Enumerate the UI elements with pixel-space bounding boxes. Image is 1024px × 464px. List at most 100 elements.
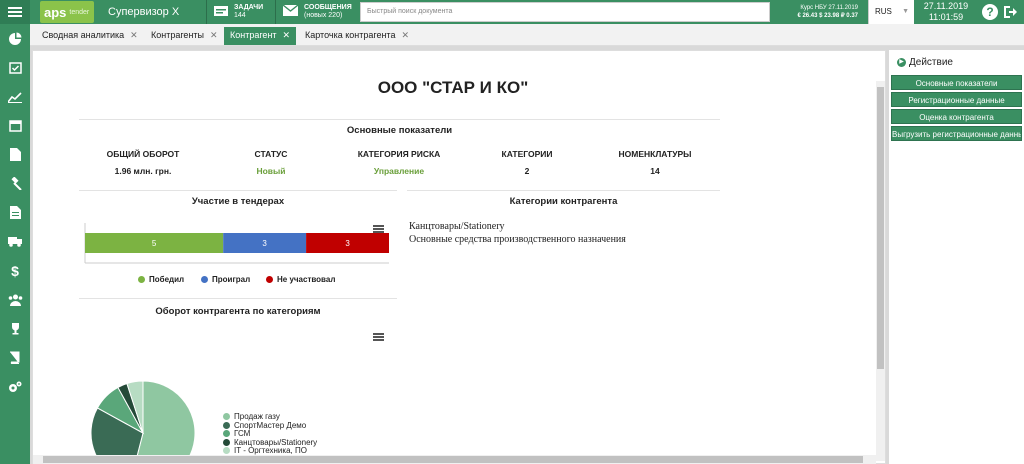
close-icon[interactable]: ✕ [401, 30, 409, 40]
app-logo[interactable]: aps tender [40, 1, 94, 23]
pie-chart-icon [8, 32, 21, 45]
help-icon[interactable]: ? [982, 4, 998, 20]
tab-bar: Сводная аналитика ✕ Контрагенты ✕ Контраге… [30, 24, 1024, 46]
tenders-heading: Участие в тендерах [191, 196, 285, 207]
menu-button[interactable] [0, 0, 30, 24]
dollar-icon: $ [11, 262, 19, 279]
data-label: 5 [152, 239, 157, 248]
legend-item[interactable]: Не участвовал [266, 275, 335, 284]
search-input[interactable]: Быстрый поиск документа [360, 2, 770, 22]
scrollbar-thumb[interactable] [877, 87, 884, 369]
turnover-heading: Оборот контрагента по категориям [155, 306, 321, 317]
sidebar-item-calendar[interactable] [0, 53, 30, 82]
metric-label: НОМЕНКЛАТУРЫ [618, 149, 692, 159]
truck-icon [7, 237, 22, 247]
sidebar-item-finance[interactable]: $ [0, 256, 30, 285]
tab-label: Карточка контрагента [305, 30, 396, 40]
metric-value: Новый [256, 166, 286, 176]
chart-menu-icon[interactable] [373, 333, 384, 335]
gears-icon [9, 381, 22, 392]
tasks-link[interactable]: ЗАДАЧИ 144 [214, 0, 263, 24]
metric-value: 14 [650, 166, 660, 176]
legend-item[interactable]: IT - Оргтехника, ПО [223, 446, 307, 455]
divider [79, 190, 397, 191]
tab-label: Сводная аналитика [42, 30, 125, 40]
category-item: Канцтовары/Stationery [409, 221, 505, 232]
sidebar-item-documents[interactable] [0, 140, 30, 169]
top-bar: aps tender Супервизор Х ЗАДАЧИ 144 СООБЩЕН… [0, 0, 1024, 24]
legend-label: Победил [149, 275, 185, 284]
divider [275, 0, 276, 24]
legend-label: Проиграл [212, 275, 251, 284]
legend-item[interactable]: Победил [138, 275, 184, 284]
vertical-scrollbar[interactable] [876, 81, 885, 461]
tab-counterparties[interactable]: Контрагенты ✕ [145, 27, 224, 45]
sidebar-item-auctions[interactable] [0, 169, 30, 198]
sidebar: $ [0, 24, 30, 464]
horizontal-scrollbar[interactable] [33, 455, 876, 464]
sidebar-item-users[interactable] [0, 285, 30, 314]
tenders-chart: 5 3 3 [84, 223, 389, 264]
rate-title: Курс НБУ 27.11.2019 [800, 5, 858, 11]
registration-data-button[interactable]: Регистрационные данные [891, 92, 1022, 107]
metric-value: 2 [524, 166, 530, 176]
file-text-icon [9, 206, 21, 219]
user-name[interactable]: Супервизор Х [108, 0, 179, 24]
date-time: 27.11.2019 11:01:59 [916, 0, 976, 24]
line-chart-icon [8, 91, 22, 103]
divider [206, 0, 207, 24]
users-icon [8, 294, 22, 306]
close-icon[interactable]: ✕ [130, 30, 138, 40]
messages-label: СООБЩЕНИЯ [304, 4, 352, 11]
sidebar-item-settings[interactable] [0, 372, 30, 401]
legend-marker [223, 430, 230, 437]
logo-text: aps [44, 4, 67, 20]
sidebar-item-schedule[interactable] [0, 111, 30, 140]
tab-label: Контрагенты [151, 30, 205, 40]
sidebar-item-analytics[interactable] [0, 82, 30, 111]
chevron-right-icon: ▶ [897, 58, 906, 67]
sidebar-item-rating[interactable] [0, 314, 30, 343]
page-title: ООО "СТАР И КО" [377, 78, 529, 97]
tab-counterparty[interactable]: Контрагент ✕ [224, 27, 297, 45]
tasks-count: 144 [234, 12, 246, 19]
main-indicators-button[interactable]: Основные показатели [891, 75, 1022, 90]
logo-subtext: tender [69, 8, 90, 16]
date: 27.11.2019 [923, 1, 969, 11]
messages-count: (новых 220) [304, 12, 343, 19]
language-select[interactable]: RUS ▼ [868, 0, 914, 24]
tab-counterparty-card[interactable]: Карточка контрагента ✕ [299, 27, 415, 45]
close-icon[interactable]: ✕ [283, 30, 291, 40]
sidebar-item-contracts[interactable] [0, 198, 30, 227]
language-value: RUS [875, 7, 892, 16]
trophy-icon [11, 323, 19, 335]
exchange-rates: Курс НБУ 27.11.2019 € 26.43 $ 23.98 ₽ 0.3… [783, 0, 858, 24]
actions-panel: ▶ Действие Основные показатели Регистраци… [889, 50, 1024, 464]
tasks-label: ЗАДАЧИ [234, 4, 264, 11]
tasks-icon [214, 5, 228, 20]
export-registration-data-button[interactable]: Выгрузить регистрационные данные [891, 126, 1022, 141]
metric-label: ОБЩИЙ ОБОРОТ [106, 149, 180, 159]
legend-marker [138, 276, 145, 283]
legend-item[interactable]: Проиграл [201, 275, 250, 284]
data-label: 3 [345, 239, 350, 248]
close-icon[interactable]: ✕ [210, 30, 218, 40]
sidebar-item-dashboard[interactable] [0, 24, 30, 53]
sidebar-item-catalog[interactable] [0, 343, 30, 372]
categories-heading: Категории контрагента [509, 196, 618, 207]
counterparty-rating-button[interactable]: Оценка контрагента [891, 109, 1022, 124]
metric-value: 1.96 млн. грн. [114, 166, 172, 176]
legend-label: Не участвовал [277, 275, 336, 284]
logout-icon[interactable] [1003, 5, 1017, 22]
tab-summary-analytics[interactable]: Сводная аналитика ✕ [36, 27, 144, 45]
legend-marker [201, 276, 208, 283]
metric-label: СТАТУС [254, 149, 288, 159]
sidebar-item-delivery[interactable] [0, 227, 30, 256]
envelope-icon [282, 4, 299, 19]
scrollbar-thumb[interactable] [43, 456, 863, 463]
legend-label: IT - Оргтехника, ПО [234, 446, 307, 455]
legend-marker [223, 421, 230, 429]
messages-link[interactable]: СООБЩЕНИЯ (новых 220) [282, 0, 352, 24]
legend-marker [223, 447, 230, 454]
gavel-icon [10, 177, 22, 190]
